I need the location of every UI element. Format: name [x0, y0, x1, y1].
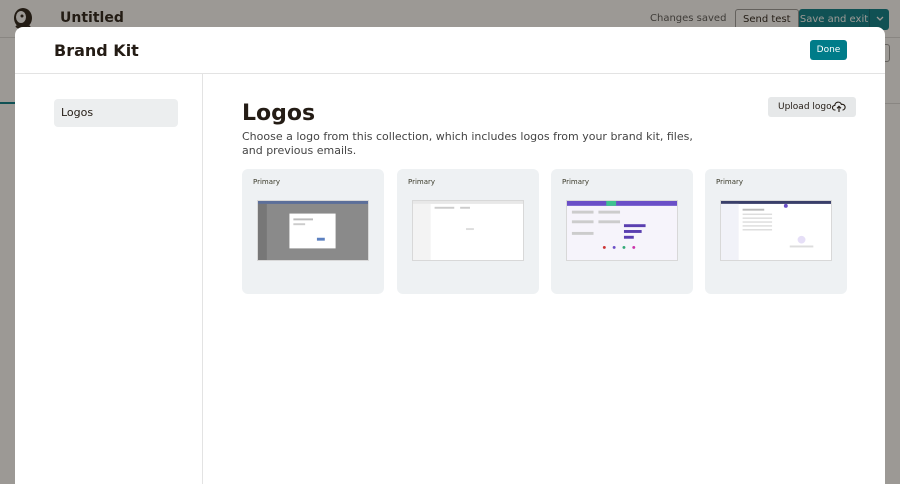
- modal-sidebar: Logos: [15, 74, 203, 484]
- done-button[interactable]: Done: [810, 40, 847, 60]
- primary-badge: Primary: [408, 178, 436, 186]
- modal-title: Brand Kit: [54, 41, 139, 60]
- logos-panel: Logos Choose a logo from this collection…: [204, 74, 885, 484]
- modal-header: Brand Kit Done: [15, 27, 885, 74]
- logo-card[interactable]: Primary: [397, 169, 539, 294]
- brand-kit-modal: Brand Kit Done Logos Logos Choose a logo…: [15, 27, 885, 484]
- logo-thumbnail: [720, 200, 832, 261]
- logo-card[interactable]: Primary: [242, 169, 384, 294]
- logo-thumbnail: [412, 200, 524, 261]
- primary-badge: Primary: [716, 178, 744, 186]
- logo-card[interactable]: Primary: [551, 169, 693, 294]
- sidebar-item-logos[interactable]: Logos: [54, 99, 178, 127]
- upload-logo-label: Upload logo: [778, 102, 832, 112]
- primary-badge: Primary: [562, 178, 590, 186]
- logo-thumbnail: [566, 200, 678, 261]
- logo-card[interactable]: Primary: [705, 169, 847, 294]
- primary-badge: Primary: [253, 178, 281, 186]
- upload-logo-button[interactable]: Upload logo: [768, 97, 856, 117]
- logo-thumbnail: [257, 200, 369, 261]
- cloud-upload-icon: [832, 101, 846, 112]
- section-description: Choose a logo from this collection, whic…: [242, 130, 693, 157]
- section-title: Logos: [242, 101, 316, 126]
